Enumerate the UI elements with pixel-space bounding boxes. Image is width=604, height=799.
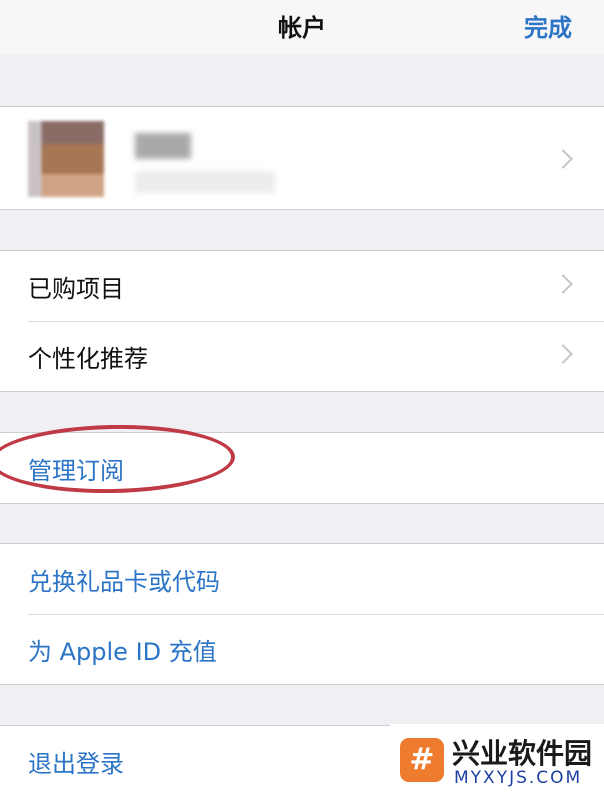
watermark-logo-icon: # — [400, 738, 444, 782]
purchased-items-row[interactable]: 已购项目 — [0, 251, 604, 321]
watermark-url: MYXYJS.COM — [454, 768, 583, 788]
done-button[interactable]: 完成 — [524, 8, 572, 43]
redeem-row[interactable]: 兑换礼品卡或代码 — [0, 544, 604, 614]
navigation-bar: 帐户 完成 — [0, 0, 604, 54]
avatar — [28, 121, 104, 197]
page-title: 帐户 — [278, 14, 326, 42]
watermark-logo-glyph: # — [409, 742, 435, 777]
watermark: # 兴业软件园 MYXYJS.COM — [390, 724, 604, 798]
redeem-gift-card-link[interactable]: 兑换礼品卡或代码 — [28, 562, 220, 597]
chevron-right-icon — [553, 149, 573, 169]
funds-group: 兑换礼品卡或代码 为 Apple ID 充值 — [0, 543, 604, 685]
chevron-right-icon — [553, 274, 573, 294]
chevron-right-icon — [553, 344, 573, 364]
profile-group — [0, 106, 604, 210]
blurred-account-email — [135, 171, 275, 193]
purchases-group: 已购项目 个性化推荐 — [0, 250, 604, 392]
add-funds-row[interactable]: 为 Apple ID 充值 — [0, 614, 604, 684]
blurred-account-name — [135, 133, 191, 159]
sign-out-link[interactable]: 退出登录 — [28, 744, 124, 779]
add-funds-link[interactable]: 为 Apple ID 充值 — [28, 632, 217, 667]
account-profile-row[interactable] — [0, 107, 604, 209]
personalized-recommendations-label: 个性化推荐 — [28, 345, 148, 373]
personalized-recommendations-row[interactable]: 个性化推荐 — [0, 321, 604, 391]
purchased-items-label: 已购项目 — [28, 275, 124, 303]
watermark-name: 兴业软件园 — [452, 737, 593, 770]
